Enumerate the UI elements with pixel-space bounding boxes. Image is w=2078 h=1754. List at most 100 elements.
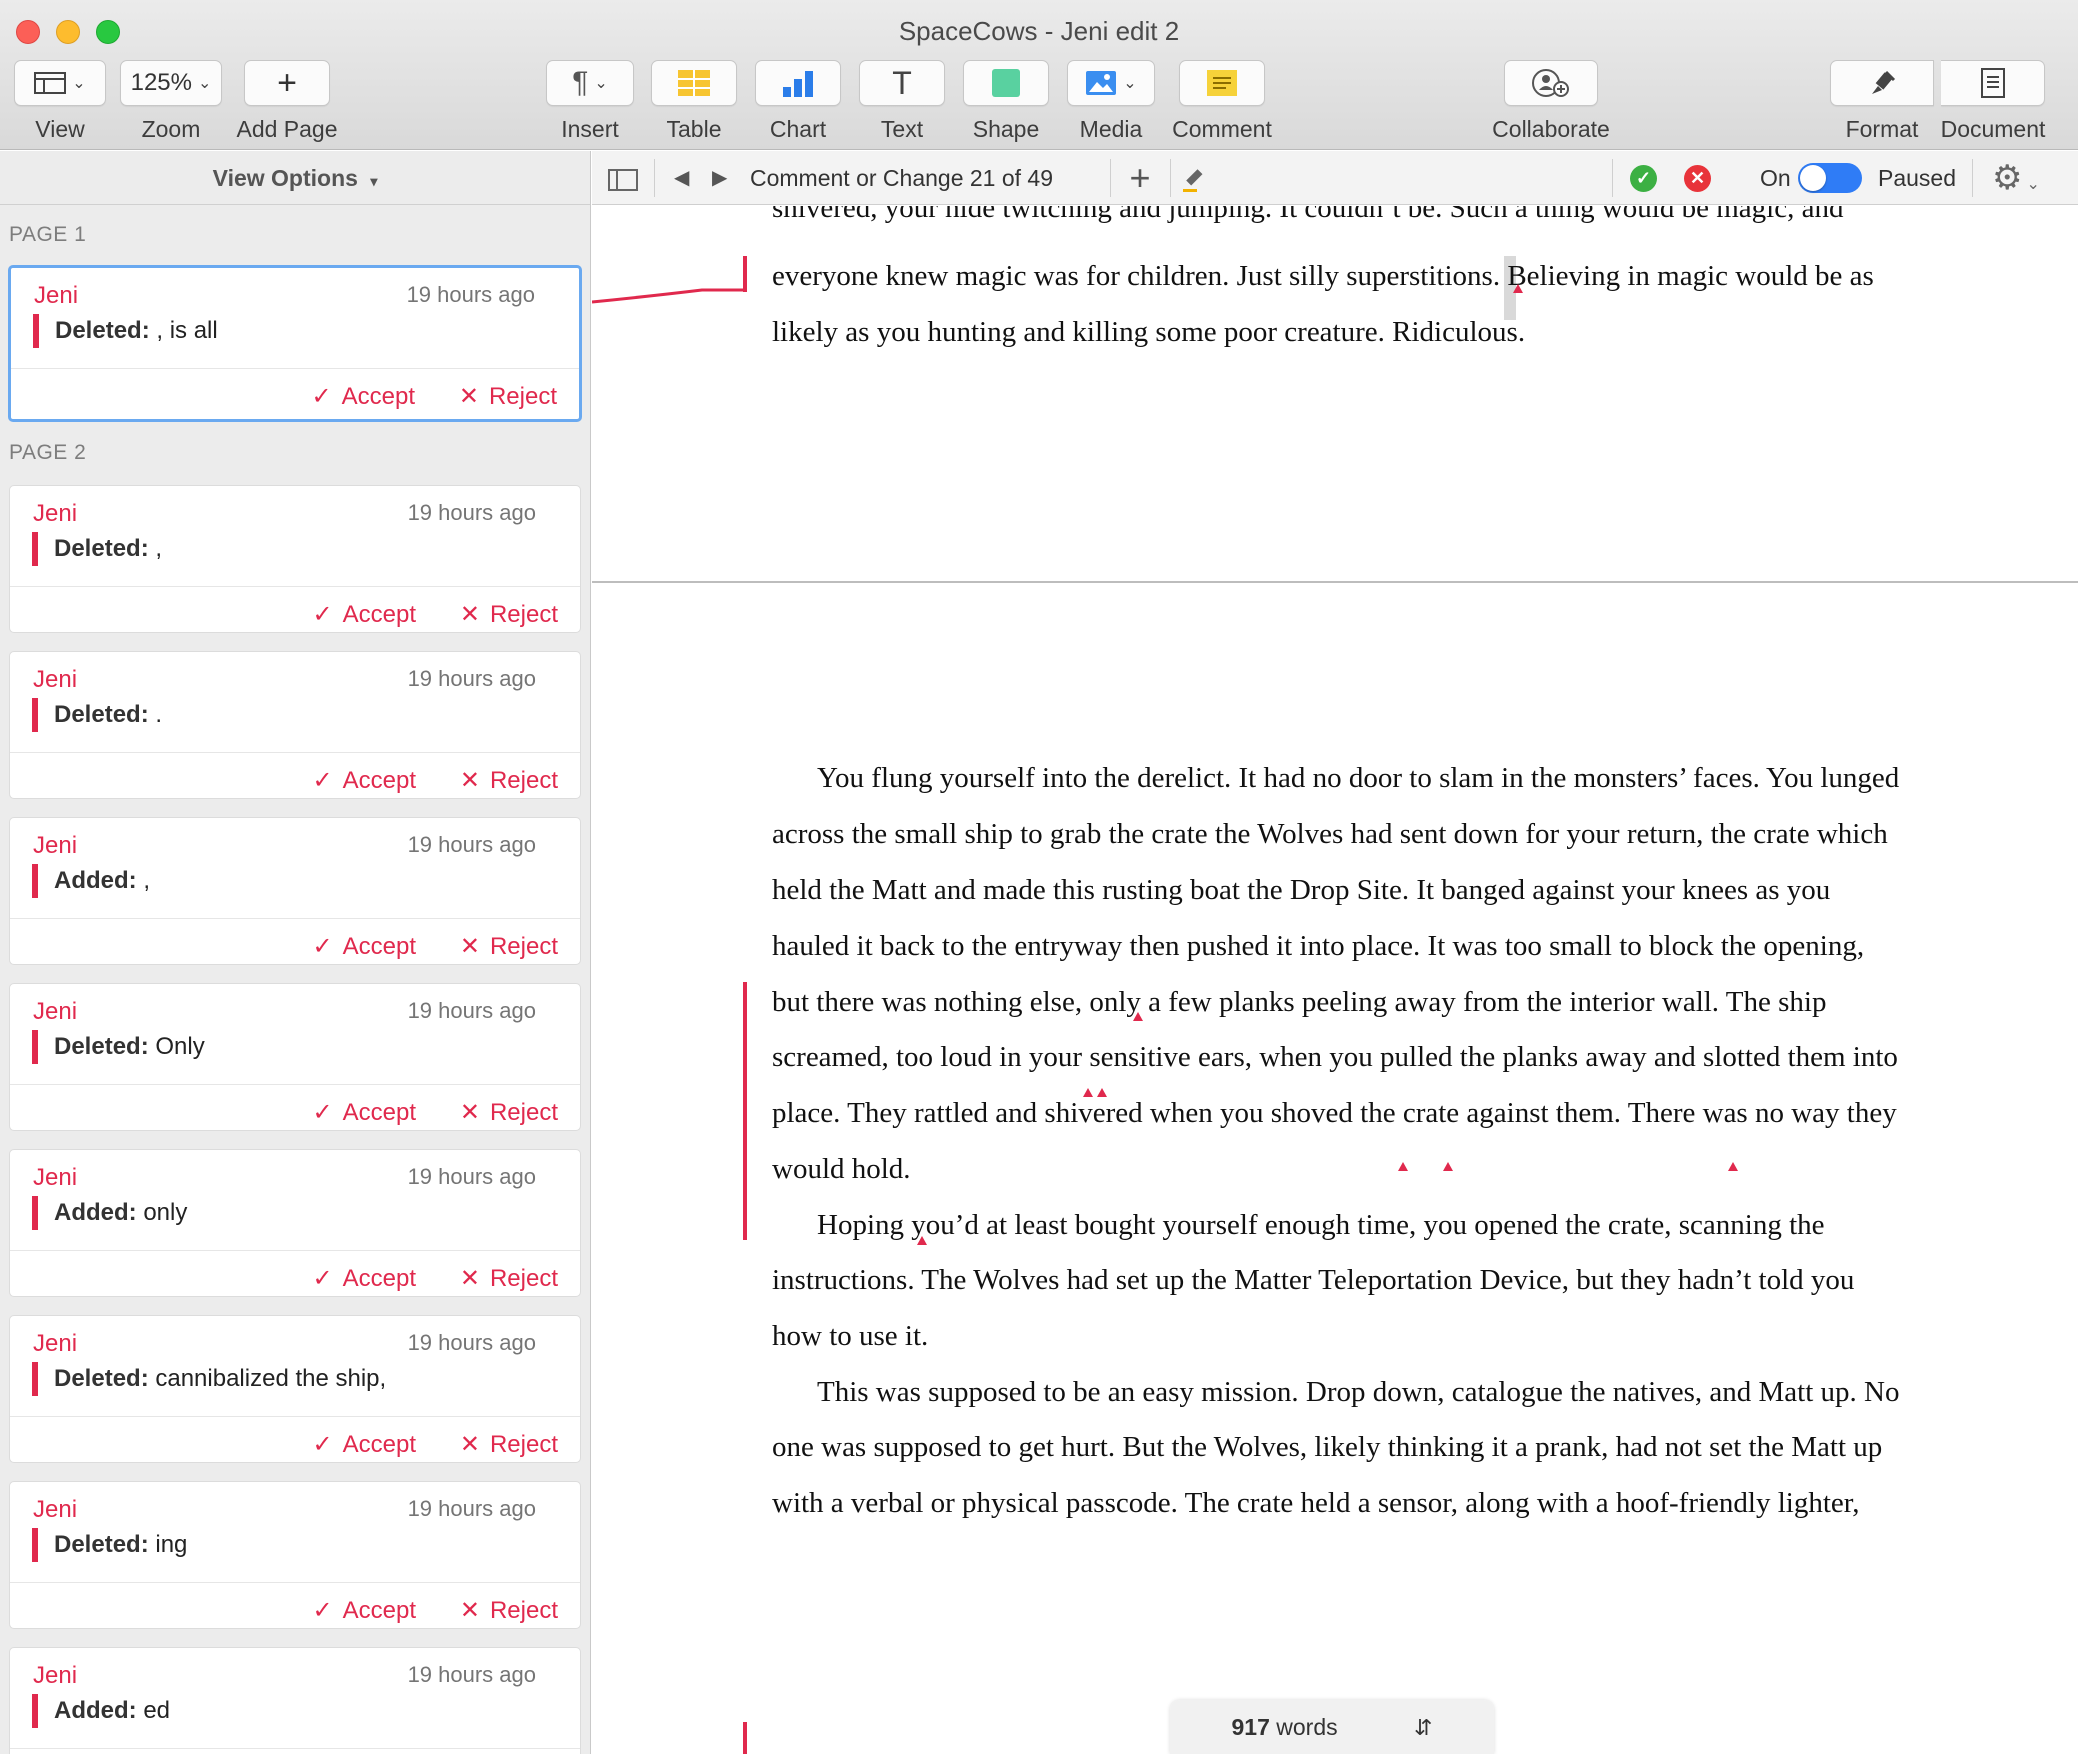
accept-button[interactable]: ✓ Accept [313,766,416,795]
card-divider [10,1250,580,1251]
card-divider [10,1416,580,1417]
change-card[interactable]: Jeni19 hours agoAdded: ed✓Accept✕Reject [9,1647,581,1754]
reject-button[interactable]: ✕ Reject [460,766,558,795]
reject-label: Reject [489,1597,558,1624]
chart-button[interactable]: Chart [755,60,841,143]
insert-menu[interactable]: ¶ ⌄ Insert [546,60,634,143]
document-canvas[interactable]: shivered, your hide twitching and jumpin… [592,206,2078,1754]
accept-all-button[interactable]: ✓ [1630,165,1657,192]
text-button[interactable]: T Text [859,60,945,143]
document-text-line: screamed, too loud in your sensitive ear… [772,1041,1898,1073]
card-author: Jeni [33,1496,78,1523]
reject-button[interactable]: ✕ Reject [460,1098,558,1127]
sidebar-layout-icon [34,72,67,94]
divider [1170,159,1171,197]
view-options-label: View Options [212,165,358,191]
word-count-number: 917 [1231,1714,1270,1740]
change-kind: Deleted: [54,1033,149,1060]
chevron-down-icon: ⌄ [72,75,86,92]
settings-menu[interactable]: ⚙ ⌄ [1992,151,2040,205]
x-icon: ✕ [459,1265,480,1292]
reject-button[interactable]: ✕ Reject [460,932,558,961]
table-icon [678,70,710,96]
word-count-unit: words [1276,1714,1338,1740]
accept-button[interactable]: ✓ Accept [313,932,416,961]
change-card[interactable]: Jeni 19 hours ago Deleted: . ✓ Accept ✕ Reject [9,651,581,799]
divider [654,159,655,197]
text-label: Text [880,116,924,142]
add-page-button[interactable]: + Add Page [234,60,340,143]
change-description: Added: ed [32,1694,170,1728]
change-description: Deleted: , is all [33,314,218,348]
format-button[interactable]: Format [1830,60,1934,143]
accept-button[interactable]: ✓ Accept [313,1596,416,1625]
reject-button[interactable]: ✕ Reject [460,1430,558,1459]
highlight-button[interactable] [1180,151,1208,205]
shape-label: Shape [972,116,1040,142]
triangle-left-icon: ◀ [674,167,690,189]
accept-button[interactable]: ✓ Accept [313,600,416,629]
card-author: Jeni [33,832,78,859]
change-bar [743,1722,747,1754]
change-card[interactable]: Jeni 19 hours ago Deleted: , is all ✓ Acc… [8,265,582,422]
view-menu[interactable]: ⌄ View [14,60,106,143]
add-page-label: Add Page [236,116,338,142]
card-author: Jeni [34,282,79,309]
deletion-marker [1398,1162,1408,1171]
view-label: View [35,116,85,142]
change-kind: Deleted: [54,1365,149,1392]
zoom-menu[interactable]: 125% ⌄ Zoom [120,60,222,143]
change-card[interactable]: Jeni 19 hours ago Added: , ✓ Accept ✕ Reject [9,817,581,965]
card-divider [10,1084,580,1085]
card-author: Jeni [33,1330,78,1357]
track-changes-toggle[interactable] [1798,163,1862,193]
change-card[interactable]: Jeni 19 hours ago Deleted: ing ✓ Accept ✕ Reje… [9,1481,581,1629]
accept-button[interactable]: ✓ Accept [313,1264,416,1293]
next-change-button[interactable]: ▶ [712,151,727,205]
change-card[interactable]: Jeni 19 hours ago Deleted: , ✓ Accept ✕ Reject [9,485,581,633]
view-options-menu[interactable]: View Options ▾ [0,151,590,205]
document-text-line: but there was nothing else, only a few p… [772,986,1827,1018]
shape-button[interactable]: Shape [963,60,1049,143]
page-break [592,581,2078,583]
reject-all-button[interactable]: ✕ [1684,165,1711,192]
chevron-down-icon: ⌄ [197,75,212,92]
change-card[interactable]: Jeni 19 hours ago Added: only ✓ Accept ✕ Rejec… [9,1149,581,1297]
change-card[interactable]: Jeni 19 hours ago Deleted: Only ✓ Accept ✕ Rej… [9,983,581,1131]
reject-button[interactable]: ✕ Reject [459,382,557,411]
reject-button[interactable]: ✕ Reject [460,1596,558,1625]
collaborate-button[interactable]: Collaborate [1488,60,1614,143]
accept-button[interactable]: ✓ Accept [313,1098,416,1127]
comment-label: Comment [1172,116,1272,142]
toggle-sidebar-button[interactable] [608,151,638,205]
document-button[interactable]: Document [1934,60,2052,143]
reject-label: Reject [488,383,557,410]
accept-label: Accept [342,767,416,794]
change-description: Deleted: ing [32,1528,187,1562]
deletion-marker [1097,1088,1107,1097]
word-count-pill[interactable]: 917 words ⇵ [1170,1700,1494,1754]
add-comment-button[interactable]: + [1118,151,1162,205]
reject-button[interactable]: ✕ Reject [460,1264,558,1293]
accept-button[interactable]: ✓ Accept [312,382,415,411]
reject-button[interactable]: ✕ Reject [460,600,558,629]
x-icon: ✕ [459,933,480,960]
document-text-line: hauled it back to the entryway then push… [772,930,1865,962]
sidebar-toggle-icon [608,168,638,191]
comment-button[interactable]: Comment [1172,60,1272,143]
accept-label: Accept [342,1597,416,1624]
table-button[interactable]: Table [651,60,737,143]
tracking-on-label: On [1760,165,1791,191]
highlighter-icon [1183,169,1203,192]
media-menu[interactable]: ⌄ Media [1067,60,1155,143]
previous-change-button[interactable]: ◀ [674,151,689,205]
change-status: Comment or Change 21 of 49 [750,165,1054,191]
change-card[interactable]: Jeni 19 hours ago Deleted: cannibalized th… [9,1315,581,1463]
change-kind: Added: [54,1199,137,1226]
card-timestamp: 19 hours ago [407,832,536,857]
divider [1612,159,1613,197]
deletion-marker [1443,1162,1453,1171]
accept-button[interactable]: ✓ Accept [313,1430,416,1459]
document-text-line: everyone knew magic was for children. Ju… [772,260,1874,292]
text-box-icon: T [892,64,912,101]
